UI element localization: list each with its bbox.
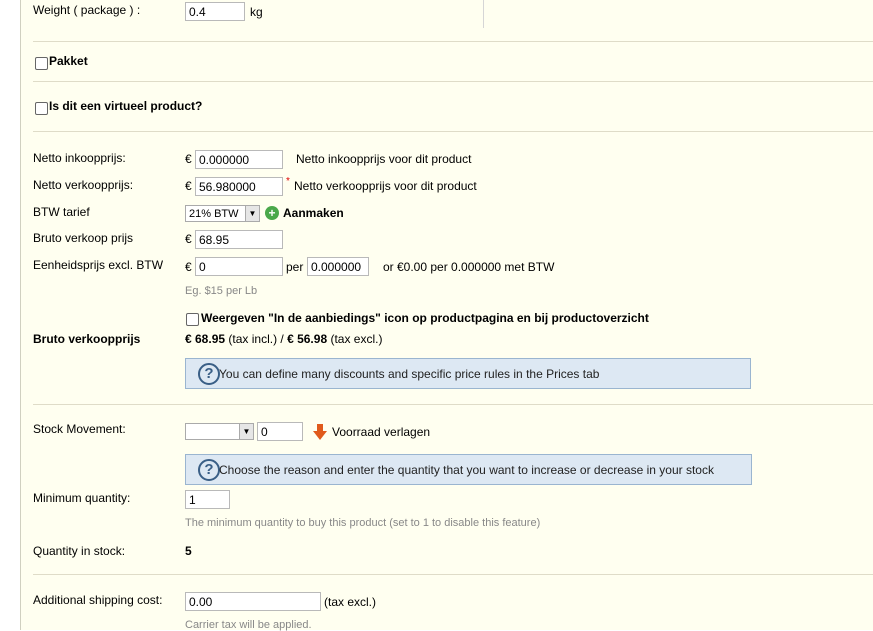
divider — [33, 81, 873, 82]
btw-label: BTW tarief — [33, 205, 90, 219]
stock-help-box: ? Choose the reason and enter the quanti… — [185, 454, 752, 485]
price-excl: € 56.98 — [287, 332, 328, 346]
unit-price-summary: or €0.00 per 0.000000 met BTW — [383, 260, 555, 274]
column-divider — [483, 0, 484, 28]
unit-price-label: Eenheidsprijs excl. BTW — [33, 258, 164, 272]
btw-selected-value: 21% BTW — [189, 208, 239, 220]
weight-label: Weight ( package ) : — [33, 3, 141, 17]
currency-symbol: € — [185, 179, 192, 193]
help-icon: ? — [198, 363, 220, 385]
price-incl: € 68.95 — [185, 332, 226, 346]
unit-price-hint: Eg. $15 per Lb — [185, 285, 258, 297]
shipping-label: Additional shipping cost: — [33, 593, 163, 607]
per-label: per — [286, 260, 304, 274]
bruto-summary-label: Bruto verkoopprijs — [33, 332, 141, 346]
price-incl-text: (tax incl.) / — [228, 332, 284, 346]
bruto-summary: € 68.95 (tax incl.) / € 56.98 (tax excl.… — [185, 332, 382, 346]
currency-symbol: € — [185, 260, 192, 274]
add-icon[interactable]: + — [265, 206, 279, 220]
shipping-input[interactable] — [185, 592, 321, 611]
qty-stock-label: Quantity in stock: — [33, 544, 126, 558]
chevron-down-icon: ▼ — [239, 424, 253, 439]
weight-input[interactable] — [185, 2, 245, 21]
help-icon: ? — [198, 459, 220, 481]
arrow-down-icon — [313, 424, 327, 440]
netto-inkoop-input[interactable] — [195, 150, 283, 169]
stock-help-text: Choose the reason and enter the quantity… — [219, 463, 714, 477]
prices-help-text: You can define many discounts and specif… — [219, 367, 600, 381]
required-marker: * — [286, 176, 290, 187]
divider — [33, 574, 873, 575]
pakket-checkbox[interactable] — [35, 57, 48, 70]
stock-action-label: Voorraad verlagen — [332, 425, 431, 439]
qty-stock-value: 5 — [185, 544, 192, 558]
unit-price-input[interactable] — [195, 257, 283, 276]
on-sale-label: Weergeven "In de aanbiedings" icon op pr… — [201, 311, 649, 325]
prices-help-box: ? You can define many discounts and spec… — [185, 358, 751, 389]
netto-verkoop-input[interactable] — [195, 177, 283, 196]
netto-verkoop-note: Netto verkoopprijs voor dit product — [294, 179, 477, 193]
virtual-label: Is dit een virtueel product? — [49, 99, 203, 113]
min-qty-hint: The minimum quantity to buy this product… — [185, 517, 541, 529]
virtual-checkbox[interactable] — [35, 102, 48, 115]
btw-select[interactable]: 21% BTW ▼ — [185, 205, 260, 222]
shipping-hint: Carrier tax will be applied. — [185, 619, 312, 631]
on-sale-checkbox[interactable] — [186, 313, 199, 326]
divider — [33, 131, 873, 132]
btw-create-link[interactable]: Aanmaken — [283, 206, 344, 220]
pakket-label: Pakket — [49, 54, 88, 68]
bruto-verkoop-input[interactable] — [195, 230, 283, 249]
divider — [33, 41, 873, 42]
netto-inkoop-label: Netto inkoopprijs: — [33, 151, 126, 165]
weight-unit: kg — [250, 5, 263, 19]
price-excl-text: (tax excl.) — [330, 332, 383, 346]
currency-symbol: € — [185, 152, 192, 166]
divider — [33, 404, 873, 405]
min-qty-input[interactable] — [185, 490, 230, 509]
netto-verkoop-label: Netto verkoopprijs: — [33, 178, 134, 192]
chevron-down-icon: ▼ — [245, 206, 259, 221]
stock-quantity-input[interactable] — [257, 422, 303, 441]
min-qty-label: Minimum quantity: — [33, 491, 131, 505]
stock-reason-select[interactable]: ▼ — [185, 423, 254, 440]
currency-symbol: € — [185, 232, 192, 246]
shipping-suffix: (tax excl.) — [324, 595, 377, 609]
stock-movement-label: Stock Movement: — [33, 422, 126, 436]
bruto-verkoop-label: Bruto verkoop prijs — [33, 231, 134, 245]
netto-inkoop-note: Netto inkoopprijs voor dit product — [296, 152, 472, 166]
unit-per-input[interactable] — [307, 257, 369, 276]
